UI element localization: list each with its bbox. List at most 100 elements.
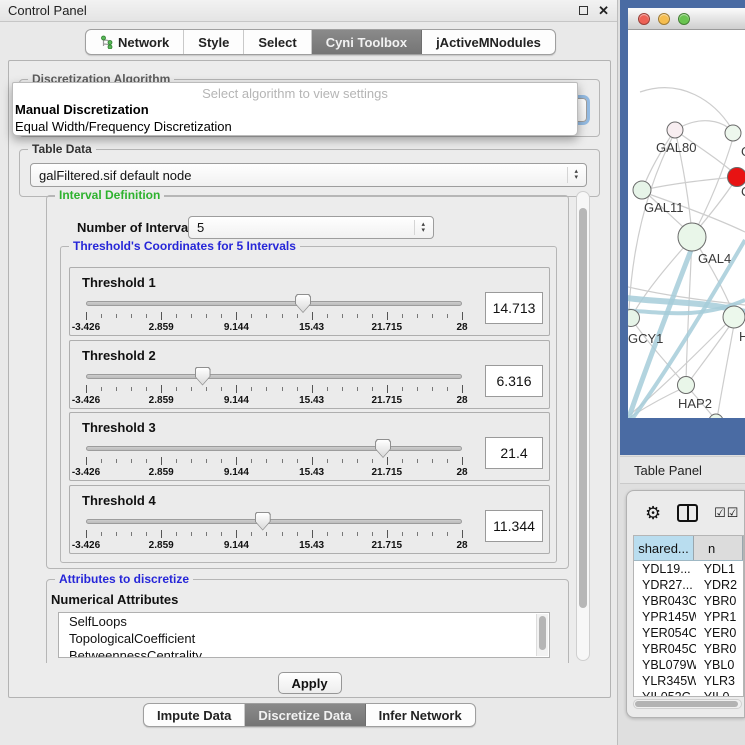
network-icon xyxy=(100,35,113,49)
checkbox-icons[interactable]: ☑☑ xyxy=(714,505,739,521)
tab-network-label: Network xyxy=(118,35,169,50)
slider-thumb[interactable] xyxy=(195,367,211,386)
table-row[interactable]: YDR27...YDR2 xyxy=(634,577,743,593)
threshold-slider[interactable]: -3.4262.8599.14415.4321.71528 xyxy=(86,439,462,479)
node-table[interactable]: shared...n YDL19...YDL1YDR27...YDR2YBR04… xyxy=(633,535,744,697)
table-row[interactable]: YLR345WYLR3 xyxy=(634,673,743,689)
threshold-value-field[interactable]: 11.344 xyxy=(485,510,543,542)
slider-thumb[interactable] xyxy=(295,294,311,313)
table-data-combobox[interactable]: galFiltered.sif default node ▴▾ xyxy=(30,163,587,187)
attribute-list-item[interactable]: BetweennessCentrality xyxy=(59,647,549,658)
network-node[interactable] xyxy=(633,181,651,199)
network-node-label: GAL4 xyxy=(698,251,731,266)
zoom-traffic-light[interactable] xyxy=(678,13,690,25)
threshold-value-field[interactable]: 21.4 xyxy=(485,437,543,469)
network-edge[interactable] xyxy=(629,132,675,310)
table-panel-title: Table Panel xyxy=(634,463,702,478)
network-node-label: GAL80 xyxy=(656,140,696,155)
table-column-header[interactable]: shared... xyxy=(634,536,694,560)
table-row[interactable]: YBL079WYBL0 xyxy=(634,657,743,673)
network-node[interactable] xyxy=(678,223,706,251)
table-cell: YBR0 xyxy=(696,641,743,657)
threshold-value-field[interactable]: 6.316 xyxy=(485,365,543,397)
network-edge[interactable] xyxy=(693,135,734,235)
table-data-title: Table Data xyxy=(28,142,96,156)
table-cell: YPR145W xyxy=(634,609,696,625)
settings-scrollpane: Interval Definition Number of Intervals … xyxy=(35,189,580,663)
table-row[interactable]: YBR043CYBR0 xyxy=(634,593,743,609)
apply-button[interactable]: Apply xyxy=(278,672,342,694)
cyni-mode-tab-bar: Impute Data Discretize Data Infer Networ… xyxy=(143,703,476,727)
slider-thumb[interactable] xyxy=(255,512,271,531)
gear-icon[interactable]: ⚙ xyxy=(645,504,661,522)
network-node[interactable] xyxy=(723,306,745,328)
threshold-slider[interactable]: -3.4262.8599.14415.4321.71528 xyxy=(86,294,462,334)
float-window-icon[interactable] xyxy=(579,6,588,15)
tab-impute-data[interactable]: Impute Data xyxy=(144,704,245,726)
table-cell: YER054C xyxy=(634,625,696,641)
network-node[interactable] xyxy=(667,122,683,138)
tab-discretize-data[interactable]: Discretize Data xyxy=(245,704,365,726)
tab-style[interactable]: Style xyxy=(184,30,244,54)
slider-tick-label: 2.859 xyxy=(149,540,174,551)
table-column-header[interactable]: n xyxy=(694,536,743,560)
table-row[interactable]: YIL052CYIL0 xyxy=(634,689,743,697)
table-cell: YDL1 xyxy=(696,561,743,577)
tab-cyni-toolbox[interactable]: Cyni Toolbox xyxy=(312,30,422,54)
threshold-panel-2: Threshold 2-3.4262.8599.14415.4321.71528… xyxy=(69,340,550,409)
network-node-label: C xyxy=(741,184,745,199)
window-title: Control Panel xyxy=(8,3,87,18)
slider-tick-label: 9.144 xyxy=(224,540,249,551)
split-columns-icon[interactable] xyxy=(677,504,698,522)
network-node[interactable] xyxy=(678,377,695,394)
table-panel-toolbar: ⚙ ☑☑ xyxy=(627,497,744,529)
attribute-list-item[interactable]: SelfLoops xyxy=(59,613,549,630)
settings-scrollbar[interactable] xyxy=(576,191,590,661)
algorithm-option-equal-width[interactable]: Equal Width/Frequency Discretization xyxy=(15,119,232,134)
close-icon[interactable]: ✕ xyxy=(598,4,609,17)
table-row[interactable]: YDL19...YDL1 xyxy=(634,561,743,577)
network-edge[interactable] xyxy=(643,130,675,188)
threshold-slider[interactable]: -3.4262.8599.14415.4321.71528 xyxy=(86,512,462,552)
minimize-traffic-light[interactable] xyxy=(658,13,670,25)
network-node[interactable] xyxy=(725,125,741,141)
close-traffic-light[interactable] xyxy=(638,13,650,25)
slider-tick-label: 28 xyxy=(456,322,467,333)
network-edge[interactable] xyxy=(688,318,735,383)
threshold-panel-4: Threshold 4-3.4262.8599.14415.4321.71528… xyxy=(69,485,550,554)
table-row[interactable]: YER054CYER0 xyxy=(634,625,743,641)
network-node-label: H xyxy=(739,329,745,344)
threshold-label: Threshold 3 xyxy=(82,420,156,435)
slider-tick-label: 9.144 xyxy=(224,322,249,333)
tab-network[interactable]: Network xyxy=(86,30,184,54)
numerical-attributes-list[interactable]: SelfLoopsTopologicalCoefficientBetweenne… xyxy=(58,612,550,658)
threshold-slider[interactable]: -3.4262.8599.14415.4321.71528 xyxy=(86,367,462,407)
slider-tick-label: 28 xyxy=(456,467,467,478)
threshold-value-field[interactable]: 14.713 xyxy=(485,292,543,324)
slider-tick-label: 15.43 xyxy=(299,322,324,333)
network-edge[interactable] xyxy=(643,177,735,190)
network-edge[interactable] xyxy=(717,319,735,418)
slider-tick-label: 15.43 xyxy=(299,540,324,551)
number-of-intervals-value: 5 xyxy=(197,220,204,235)
table-row[interactable]: YBR045CYBR0 xyxy=(634,641,743,657)
slider-tick-label: 28 xyxy=(456,395,467,406)
network-edge[interactable] xyxy=(675,121,733,132)
table-data-value: galFiltered.sif default node xyxy=(39,168,191,183)
attributes-list-scrollbar[interactable] xyxy=(536,614,548,656)
tab-jactivemnodules[interactable]: jActiveMNodules xyxy=(422,30,555,54)
tab-select[interactable]: Select xyxy=(244,30,311,54)
attribute-list-item[interactable]: TopologicalCoefficient xyxy=(59,630,549,647)
slider-thumb[interactable] xyxy=(375,439,391,458)
tab-infer-network[interactable]: Infer Network xyxy=(366,704,475,726)
slider-tick-label: -3.426 xyxy=(72,467,100,478)
slider-tick-label: 21.715 xyxy=(372,322,403,333)
number-of-intervals-spinner[interactable]: 5 ▴▾ xyxy=(188,216,434,239)
table-row[interactable]: YPR145WYPR1 xyxy=(634,609,743,625)
network-canvas[interactable]: GAL80G.CGAL11GAL4GCY1HHAP2 xyxy=(628,30,745,418)
table-horizontal-scrollbar[interactable] xyxy=(633,699,742,709)
network-window-titlebar[interactable] xyxy=(628,8,745,30)
algorithm-placeholder-option[interactable]: Select algorithm to view settings xyxy=(13,86,577,101)
table-cell: YDL19... xyxy=(634,561,696,577)
algorithm-option-manual[interactable]: Manual Discretization xyxy=(15,102,149,117)
